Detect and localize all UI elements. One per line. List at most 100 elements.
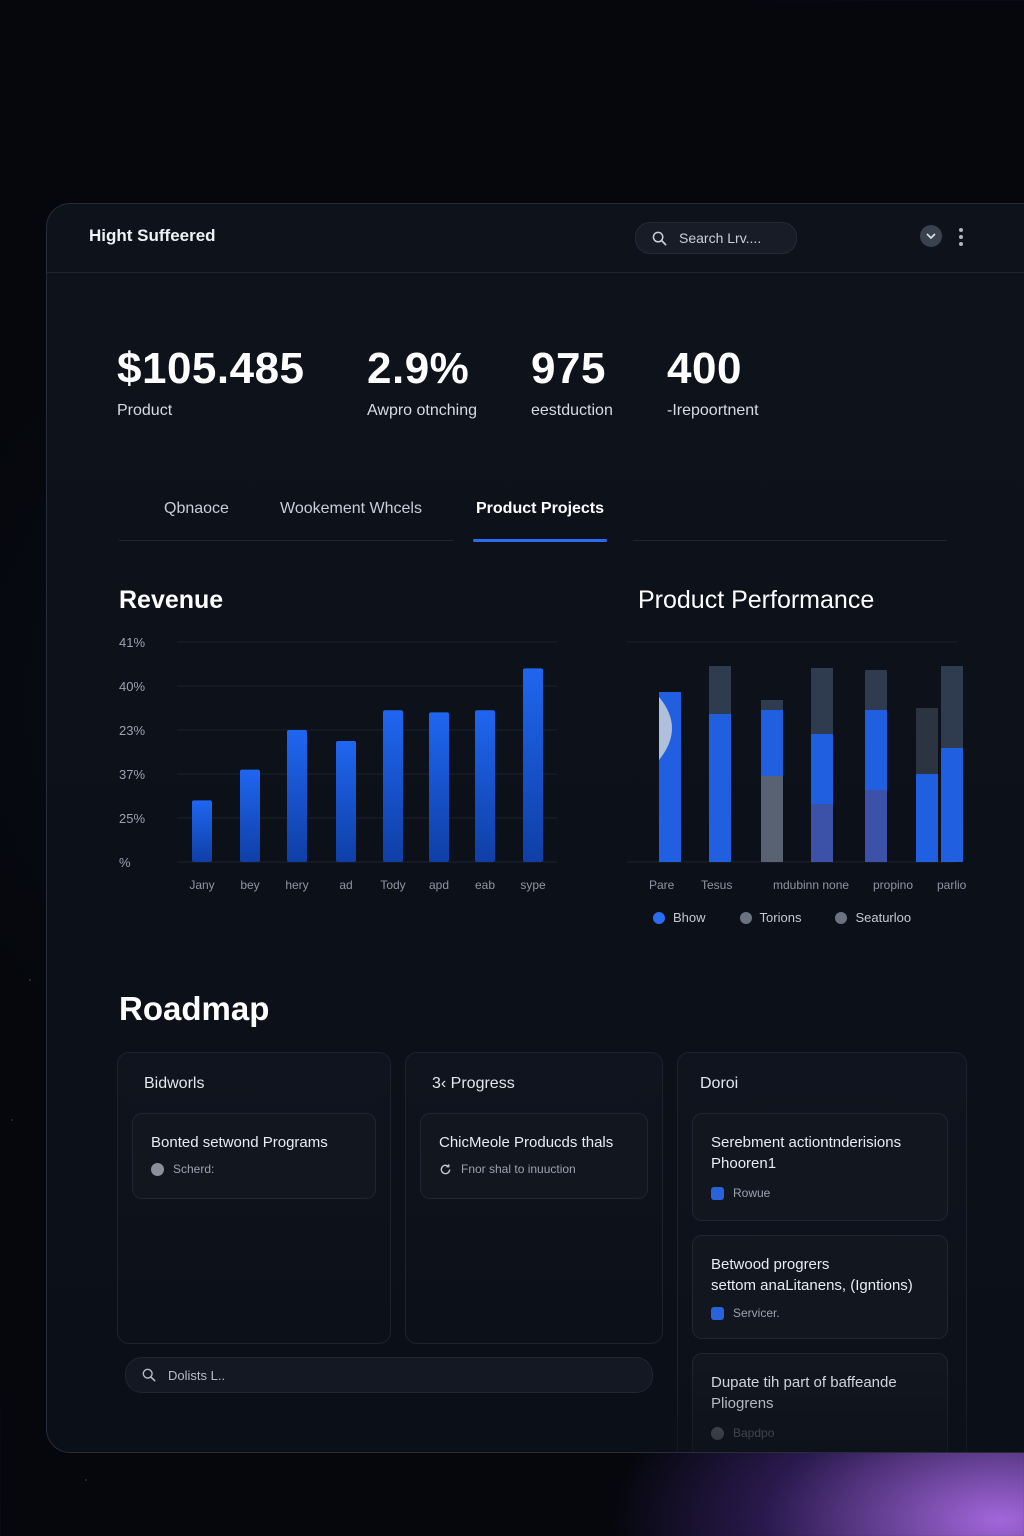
performance-bar-segment <box>916 708 938 774</box>
x-tick-label: eab <box>475 878 495 892</box>
performance-bar-segment <box>761 700 783 710</box>
card-meta-text: Bapdpo <box>733 1426 775 1440</box>
more-menu-icon[interactable] <box>957 228 965 246</box>
tab-overview[interactable]: Qbnaoce <box>164 500 229 518</box>
revenue-bar <box>429 712 449 862</box>
legend-item: Seaturloo <box>835 910 911 925</box>
kpi-label: Product <box>117 402 173 419</box>
y-tick-label: % <box>119 855 131 870</box>
card-meta: Bapdpo <box>711 1426 774 1440</box>
legend-item: Torions <box>739 910 802 925</box>
card-title-line: settom anaLitanens, (Igntions) <box>711 1277 913 1294</box>
app-window: Hight Suffeered Search Lrv.... $105.485 … <box>46 203 1024 1453</box>
performance-bar-segment <box>761 776 783 862</box>
card-title: Serebment actiontnderisions Phooren1 <box>711 1132 901 1174</box>
revenue-bar <box>383 710 403 862</box>
performance-bar-segment <box>941 748 963 862</box>
legend-label: Seaturloo <box>855 910 912 925</box>
performance-bar-segment <box>865 670 887 710</box>
card-title-line: Phooren1 <box>711 1155 777 1172</box>
tab-divider <box>119 540 453 541</box>
performance-bar-segment <box>709 666 731 714</box>
revenue-bar <box>336 741 356 862</box>
card-meta-text: Fnor shal to inuuction <box>461 1162 576 1176</box>
x-tick-label: Pare <box>649 878 675 892</box>
x-tick-label: parlior <box>937 878 967 892</box>
performance-legend: Bhow Torions Seaturloo <box>653 910 911 925</box>
card-meta: Fnor shal to inuuction <box>439 1162 576 1176</box>
legend-label: Bhow <box>673 910 706 925</box>
card-meta: Servicer. <box>711 1306 780 1320</box>
search-icon <box>142 1368 156 1382</box>
tab-wookement[interactable]: Wookement Whcels <box>280 500 422 518</box>
column-title: Doroi <box>700 1075 739 1092</box>
revenue-title: Revenue <box>119 586 224 614</box>
search-placeholder: Dolists L.. <box>168 1367 226 1383</box>
roadmap-title: Roadmap <box>119 990 270 1027</box>
column-title: Bidworls <box>144 1075 205 1092</box>
y-tick-label: 40% <box>119 679 145 694</box>
x-tick-label: Jany <box>189 878 214 892</box>
legend-swatch <box>653 911 665 924</box>
legend-label: Torions <box>759 910 802 925</box>
x-tick-label: sype <box>520 878 546 892</box>
active-tab-indicator <box>473 539 607 542</box>
kpi-label: -Irepoortnent <box>667 402 759 419</box>
kpi-value: 2.9% <box>367 344 470 393</box>
kpi-reports: 400 -Irepoortnent <box>667 344 759 420</box>
performance-bar-segment <box>761 710 783 776</box>
card-title-line: Betwood progrers <box>711 1256 830 1273</box>
user-avatar[interactable] <box>920 225 942 247</box>
roadmap-card[interactable]: Bonted setwond Programs Scherd: <box>132 1113 376 1199</box>
performance-bar-segment <box>916 774 938 862</box>
chevron-down-icon <box>926 233 936 240</box>
top-bar: Hight Suffeered Search Lrv.... <box>47 204 1024 273</box>
card-title-line: Pliogrens <box>711 1395 774 1412</box>
performance-chart: Pare Tesus mdubinn none propino parlior <box>627 641 967 892</box>
roadmap-card[interactable]: Dupate tih part of baffeande Pliogrens B… <box>692 1353 948 1452</box>
tag-icon <box>711 1306 724 1320</box>
kpi-rate: 2.9% Awpro otnching <box>367 344 477 420</box>
tab-product-projects[interactable]: Product Projects <box>476 500 604 518</box>
card-title: Bonted setwond Programs <box>151 1134 328 1151</box>
kpi-value: 975 <box>531 344 606 393</box>
roadmap-card[interactable]: Betwood progrers settom anaLitanens, (Ig… <box>692 1235 948 1339</box>
x-tick-label: mdubinn none <box>773 878 849 892</box>
y-tick-label: 25% <box>119 811 145 826</box>
roadmap-column-progress: 3‹ Progress ChicMeole Producds thals Fno… <box>405 1052 663 1344</box>
card-meta: Scherd: <box>151 1162 214 1176</box>
roadmap-card[interactable]: Serebment actiontnderisions Phooren1 Row… <box>692 1113 948 1221</box>
legend-swatch <box>835 911 848 924</box>
revenue-bar <box>192 800 212 862</box>
x-tick-label: hery <box>285 878 308 892</box>
x-tick-label: bey <box>240 878 259 892</box>
tab-divider <box>633 540 947 541</box>
roadmap-column-done: Doroi Serebment actiontnderisions Phoore… <box>677 1052 967 1452</box>
column-title: 3‹ Progress <box>432 1075 515 1092</box>
performance-bar-segment <box>941 666 963 748</box>
tag-icon <box>711 1426 724 1440</box>
tag-icon <box>151 1162 164 1176</box>
roadmap-column-backlog: Bidworls Bonted setwond Programs Scherd: <box>117 1052 391 1344</box>
roadmap-card[interactable]: ChicMeole Producds thals Fnor shal to in… <box>420 1113 648 1199</box>
tab-bar: Qbnaoce Wookement Whcels Product Project… <box>119 492 947 542</box>
y-tick-label: 23% <box>119 723 145 738</box>
kpi-value: 400 <box>667 344 742 393</box>
roadmap-search-input[interactable]: Dolists L.. <box>125 1357 653 1393</box>
performance-bar-segment <box>811 804 833 862</box>
card-title: Betwood progrers settom anaLitanens, (Ig… <box>711 1254 913 1296</box>
x-tick-label: Tody <box>380 878 405 892</box>
performance-bar-segment <box>865 790 887 862</box>
card-title: Dupate tih part of baffeande Pliogrens <box>711 1372 897 1414</box>
app-title: Hight Suffeered <box>89 226 216 245</box>
search-input[interactable]: Search Lrv.... <box>635 222 797 254</box>
x-tick-label: propino <box>873 878 913 892</box>
card-meta: Rowue <box>711 1186 770 1200</box>
kpi-label: Awpro otnching <box>367 402 477 419</box>
performance-bar-segment <box>811 734 833 804</box>
x-tick-label: ad <box>339 878 352 892</box>
y-tick-label: 37% <box>119 767 145 782</box>
revenue-chart: % 25% 37% 23% 40% 41% Jany bey hery ad Tody apd eab s… <box>119 635 557 892</box>
refresh-icon <box>440 1163 451 1174</box>
y-tick-label: 41% <box>119 635 145 650</box>
